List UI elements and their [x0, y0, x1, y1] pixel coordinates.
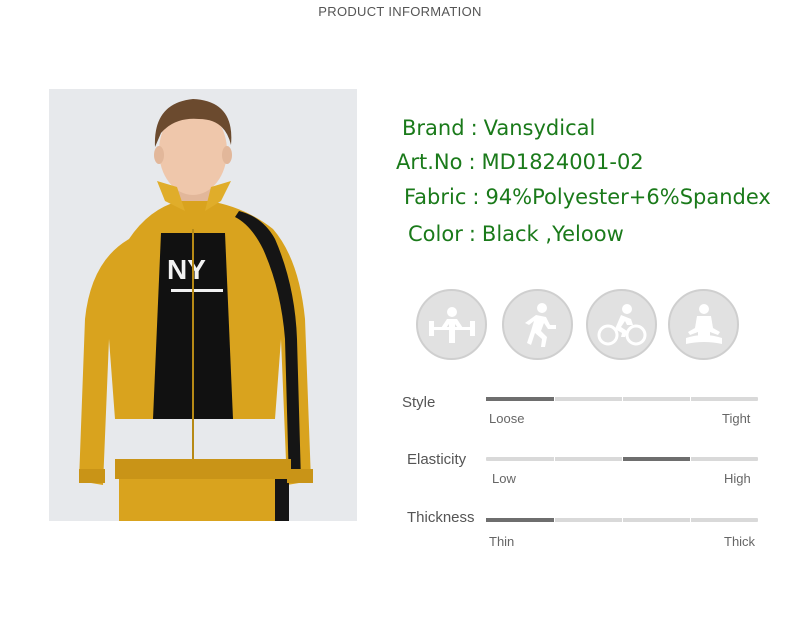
elasticity-low-label: Low — [492, 471, 516, 486]
info-label: Color — [408, 222, 463, 246]
product-info: Brand: Vansydical Art.No: MD1824001-02 Fab… — [0, 112, 800, 262]
scale-divider — [554, 517, 555, 523]
elasticity-high-label: High — [724, 471, 751, 486]
info-separator: : — [468, 222, 476, 246]
thickness-low-label: Thin — [489, 534, 515, 549]
elasticity-label: Elasticity — [407, 451, 467, 468]
scale-divider — [554, 396, 555, 402]
scale-divider — [690, 456, 691, 462]
cycling-icon — [586, 289, 657, 360]
page-header: PRODUCT INFORMATION — [318, 4, 482, 19]
info-value: 94%Polyester+6%Spandex — [485, 185, 771, 209]
info-label: Fabric — [404, 185, 467, 209]
running-icon — [502, 289, 573, 360]
style-low-label: Loose — [489, 411, 525, 426]
scale-level-fill — [622, 457, 690, 461]
style-scale-bar — [486, 396, 758, 402]
info-label: Brand — [402, 116, 465, 140]
scale-level-fill — [486, 518, 554, 522]
scale-divider — [554, 456, 555, 462]
info-row-brand: Brand: Vansydical — [402, 116, 595, 140]
scale-divider — [622, 456, 623, 462]
scale-divider — [690, 396, 691, 402]
thickness-high-label: Thick — [724, 534, 756, 549]
info-separator: : — [470, 116, 478, 140]
info-value: Black ,Yeloow — [481, 222, 624, 246]
meditation-icon — [668, 289, 739, 360]
info-value: MD1824001-02 — [481, 150, 644, 174]
scale-divider — [622, 517, 623, 523]
weightlifting-icon — [416, 289, 487, 360]
scale-divider — [622, 396, 623, 402]
thickness-label: Thickness — [407, 509, 475, 526]
info-row-art-no: Art.No: MD1824001-02 — [396, 150, 644, 174]
style-label: Style — [402, 394, 436, 411]
info-separator: : — [468, 150, 476, 174]
elasticity-scale-bar — [486, 456, 758, 462]
info-row-fabric: Fabric:94%Polyester+6%Spandex — [404, 185, 771, 209]
style-high-label: Tight — [722, 411, 751, 426]
info-separator: : — [472, 185, 480, 209]
scale-divider — [690, 517, 691, 523]
info-row-color: Color: Black ,Yeloow — [408, 222, 624, 246]
info-label: Art.No — [396, 150, 463, 174]
scale-level-fill — [486, 397, 554, 401]
thickness-scale-bar — [486, 517, 758, 523]
info-value: Vansydical — [483, 116, 596, 140]
